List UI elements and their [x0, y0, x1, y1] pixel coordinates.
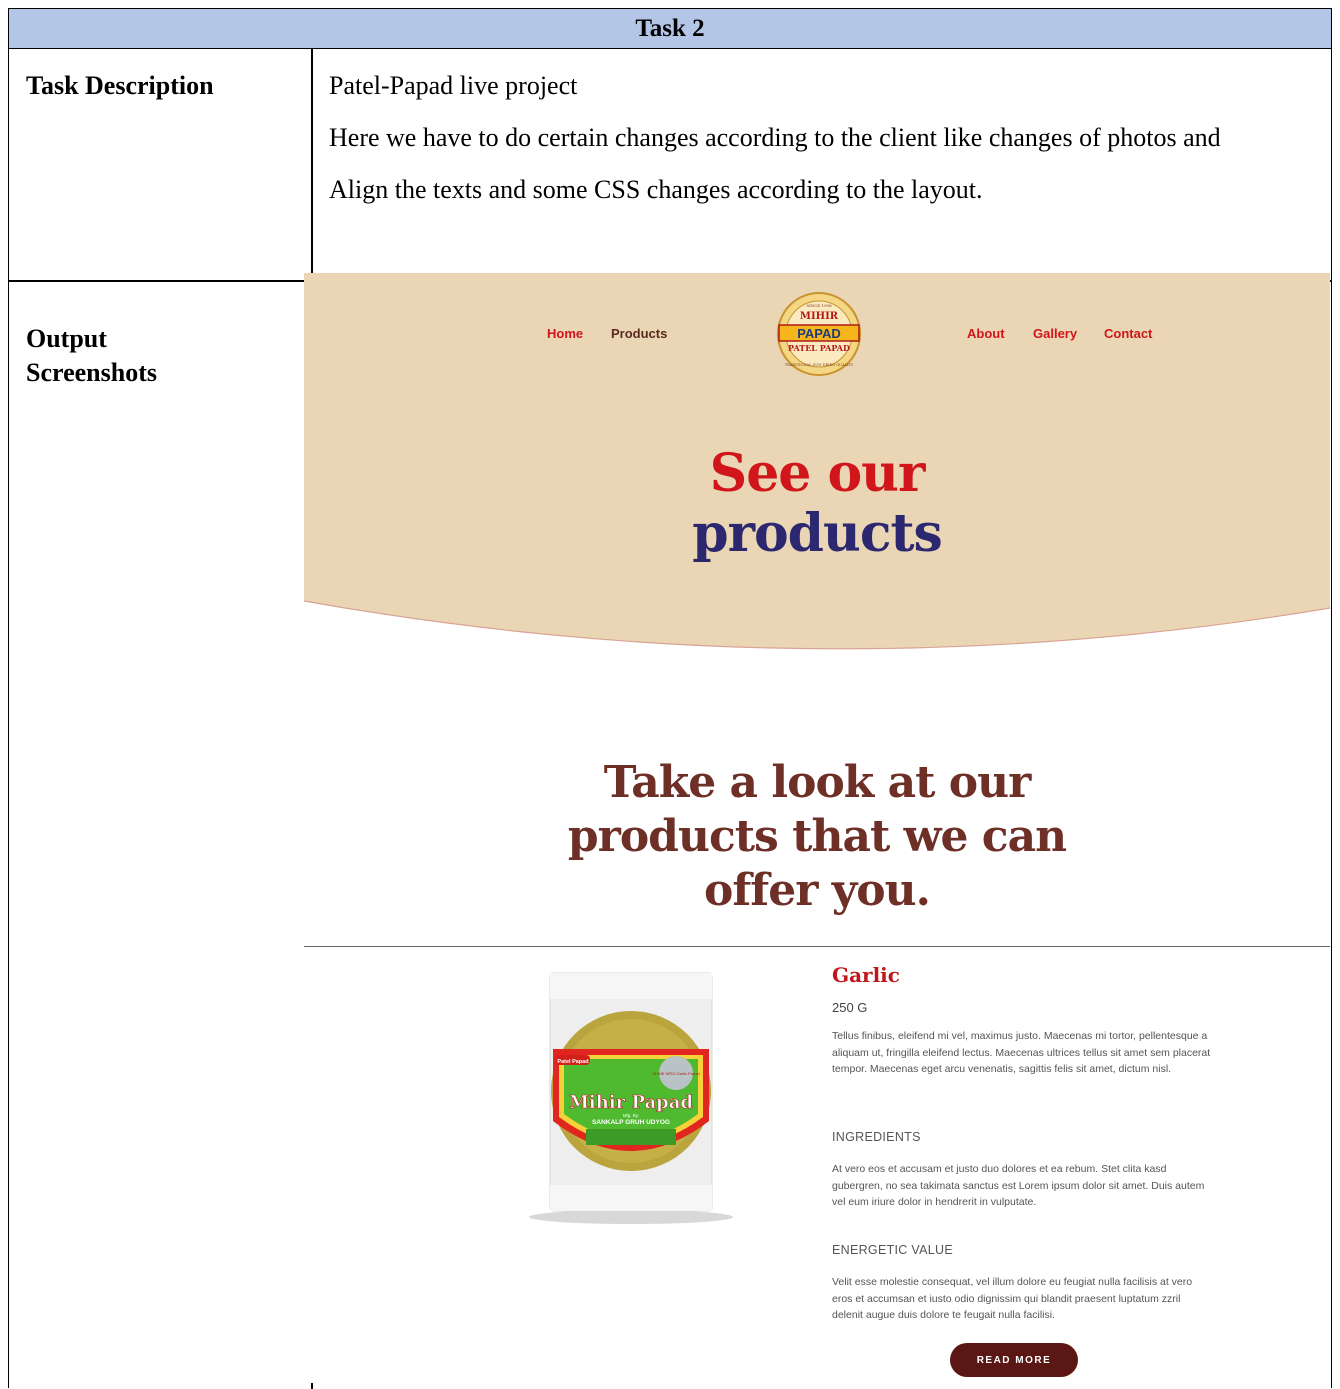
tagline-line-2: products that we can	[567, 811, 1067, 862]
nav-contact[interactable]: Contact	[1104, 326, 1152, 341]
svg-text:PAPAD: PAPAD	[797, 326, 841, 341]
mihir-papad-logo[interactable]: SINCE 1998 MIHIR PAPAD PATEL PAPAD TRADI…	[776, 291, 862, 377]
task-description-label: Task Description	[26, 71, 214, 100]
product-description: Tellus finibus, eleifend mi vel, maximus…	[832, 1030, 1211, 1075]
hero-title-line-1: See our	[709, 443, 926, 504]
energetic-value-text: Velit esse molestie consequat, vel illum…	[832, 1276, 1193, 1321]
description-line-1: Patel-Papad live project	[329, 71, 578, 100]
svg-text:PATEL PAPAD: PATEL PAPAD	[788, 343, 850, 353]
tagline-line-3: offer you.	[704, 865, 931, 916]
read-more-button[interactable]: READ MORE	[950, 1343, 1078, 1377]
product-name: Garlic	[832, 963, 900, 987]
description-line-2: Here we have to do certain changes accor…	[329, 123, 1221, 152]
energetic-value-heading: ENERGETIC VALUE	[832, 1243, 953, 1257]
task-header: Task 2	[9, 9, 1331, 49]
nav-about[interactable]: About	[967, 326, 1005, 341]
nav-home[interactable]: Home	[547, 326, 583, 341]
output-label-line-1: Output	[26, 324, 107, 353]
ingredients-heading: INGREDIENTS	[832, 1130, 921, 1144]
nav-products[interactable]: Products	[611, 326, 667, 341]
svg-text:TRADITIONAL SUN-DRIED QUALITY: TRADITIONAL SUN-DRIED QUALITY	[785, 363, 854, 367]
svg-text:SANKALP GRUH UDYOG: SANKALP GRUH UDYOG	[592, 1119, 670, 1126]
hero-title-line-2: products	[692, 503, 943, 564]
website-screenshot: Home Products About Gallery Contact SINC…	[304, 273, 1330, 1383]
product-weight: 250 G	[832, 1000, 868, 1015]
svg-text:Patel Papad: Patel Papad	[557, 1059, 588, 1065]
tagline-line-1: Take a look at our	[603, 757, 1032, 808]
svg-text:Mihir Papad: Mihir Papad	[569, 1092, 693, 1113]
section-divider	[304, 946, 1330, 947]
svg-text:MIHIR: MIHIR	[800, 311, 839, 322]
nav-gallery[interactable]: Gallery	[1033, 326, 1077, 341]
description-line-3: Align the texts and some CSS changes acc…	[329, 175, 983, 204]
product-pack-image: Patel Papad SHINE NPIG Garlic Papad Mihi…	[529, 972, 733, 1224]
svg-text:Mfg. By:: Mfg. By:	[623, 1113, 640, 1118]
svg-text:SHINE NPIG Garlic Papad: SHINE NPIG Garlic Papad	[652, 1071, 699, 1076]
output-label-line-2: Screenshots	[26, 358, 157, 387]
svg-text:SINCE 1998: SINCE 1998	[806, 303, 832, 308]
ingredients-text: At vero eos et accusam et justo duo dolo…	[832, 1163, 1205, 1208]
